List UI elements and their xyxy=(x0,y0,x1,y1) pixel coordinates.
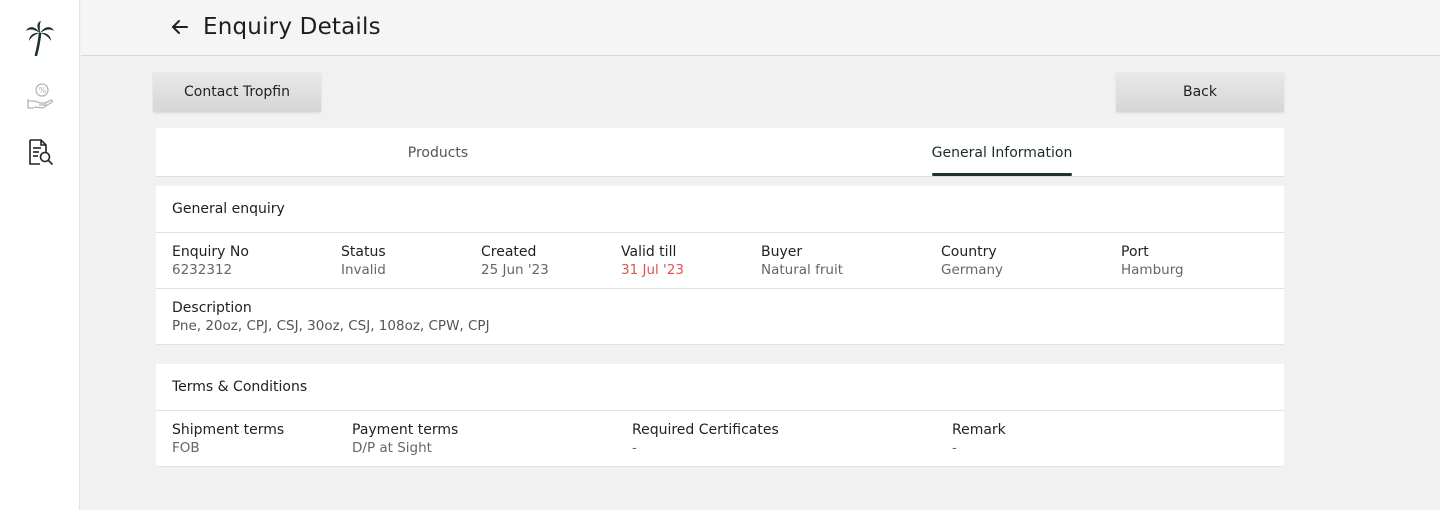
field-valid-till: Valid till 31 Jul '23 xyxy=(621,243,684,279)
contact-tropfin-button[interactable]: Contact Tropfin xyxy=(153,72,321,112)
field-value: Hamburg xyxy=(1121,262,1184,278)
general-enquiry-section: General enquiry Enquiry No 6232312 Statu… xyxy=(156,186,1284,345)
field-label: Enquiry No xyxy=(172,244,249,260)
field-buyer: Buyer Natural fruit xyxy=(761,243,843,279)
page-title: Enquiry Details xyxy=(203,14,381,40)
field-payment-terms: Payment terms D/P at Sight xyxy=(352,421,458,457)
terms-conditions-section: Terms & Conditions Shipment terms FOB Pa… xyxy=(156,364,1284,467)
field-description: Description Pne, 20oz, CPJ, CSJ, 30oz, C… xyxy=(172,299,490,335)
back-button[interactable]: Back xyxy=(1116,72,1284,112)
field-port: Port Hamburg xyxy=(1121,243,1184,279)
field-value: FOB xyxy=(172,440,200,456)
field-label: Buyer xyxy=(761,244,803,260)
field-value: - xyxy=(632,440,637,456)
field-label: Payment terms xyxy=(352,422,459,438)
divider xyxy=(156,232,1284,233)
sidebar: % xyxy=(0,0,80,510)
field-value: 31 Jul '23 xyxy=(621,262,684,278)
svg-text:%: % xyxy=(39,86,47,95)
hand-percent-icon[interactable]: % xyxy=(24,80,56,112)
field-value: Invalid xyxy=(341,262,386,278)
field-value: D/P at Sight xyxy=(352,440,432,456)
field-value: Germany xyxy=(941,262,1004,278)
active-tab-indicator xyxy=(932,173,1072,176)
back-arrow-icon[interactable] xyxy=(169,16,191,38)
field-country: Country Germany xyxy=(941,243,1003,279)
divider xyxy=(156,344,1284,345)
tab-products[interactable]: Products xyxy=(156,128,720,177)
field-label: Remark xyxy=(952,422,1006,438)
field-value: - xyxy=(952,440,957,456)
section-title: General enquiry xyxy=(172,201,285,217)
field-shipment-terms: Shipment terms FOB xyxy=(172,421,284,457)
divider xyxy=(156,466,1284,467)
field-label: Shipment terms xyxy=(172,422,285,438)
field-created: Created 25 Jun '23 xyxy=(481,243,549,279)
field-required-certificates: Required Certificates - xyxy=(632,421,779,457)
field-label: Created xyxy=(481,244,537,260)
field-value: 6232312 xyxy=(172,262,233,278)
field-label: Required Certificates xyxy=(632,422,779,438)
field-status: Status Invalid xyxy=(341,243,386,279)
field-label: Description xyxy=(172,300,252,316)
divider xyxy=(156,410,1284,411)
section-title: Terms & Conditions xyxy=(172,379,308,395)
tab-bar: Products General Information xyxy=(156,128,1284,177)
field-value: Natural fruit xyxy=(761,262,843,278)
page-header: Enquiry Details xyxy=(81,0,1440,56)
divider xyxy=(156,288,1284,289)
field-label: Status xyxy=(341,244,386,260)
palm-tree-logo-icon[interactable] xyxy=(24,21,56,56)
tab-general-information[interactable]: General Information xyxy=(720,128,1284,177)
field-label: Port xyxy=(1121,244,1149,260)
field-label: Country xyxy=(941,244,997,260)
field-label: Valid till xyxy=(621,244,677,260)
field-remark: Remark - xyxy=(952,421,1006,457)
field-value: Pne, 20oz, CPJ, CSJ, 30oz, CSJ, 108oz, C… xyxy=(172,318,490,334)
document-search-icon[interactable] xyxy=(24,136,56,168)
field-enquiry-no: Enquiry No 6232312 xyxy=(172,243,249,279)
field-value: 25 Jun '23 xyxy=(481,262,549,278)
